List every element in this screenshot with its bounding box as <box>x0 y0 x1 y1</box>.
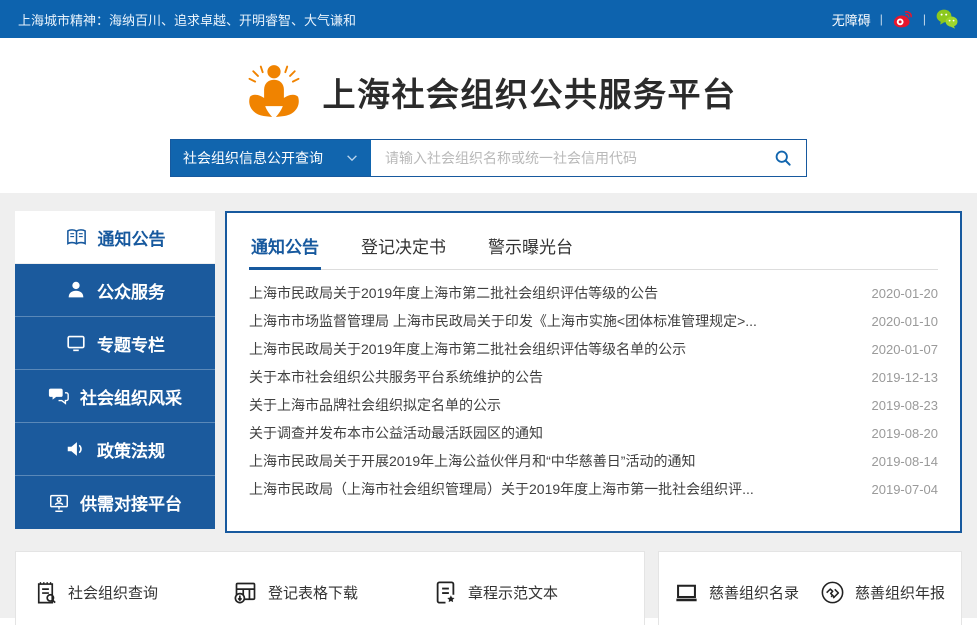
chat-bubbles-icon <box>48 385 70 407</box>
user-icon <box>65 279 87 301</box>
announcement-row[interactable]: 上海市市场监督管理局 上海市民政局关于印发《上海市实施<团体标准管理规定>...… <box>249 307 938 335</box>
tab-bar: 通知公告 登记决定书 警示曝光台 <box>249 227 938 270</box>
form-download-icon <box>232 579 259 606</box>
sidebar-nav: 通知公告 公众服务 专题专栏 社会组织风采 <box>15 211 215 533</box>
announcement-row[interactable]: 上海市民政局关于2019年度上海市第二批社会组织评估等级的公告 2020-01-… <box>249 279 938 307</box>
tab-warning-exposure[interactable]: 警示曝光台 <box>486 227 575 270</box>
announcements-panel: 通知公告 登记决定书 警示曝光台 上海市民政局关于2019年度上海市第二批社会组… <box>225 211 962 533</box>
handshake-icon <box>819 579 846 606</box>
sidebar-item-label: 通知公告 <box>98 225 166 250</box>
sidebar-item-notices[interactable]: 通知公告 <box>15 211 215 264</box>
quick-links-card-left: 社会组织查询 登记表格下载 章程示范文本 <box>15 551 645 625</box>
quicklink-charter-template[interactable]: 章程示范文本 <box>432 579 558 606</box>
sidebar-item-label: 政策法规 <box>97 437 165 462</box>
quicklink-label: 章程示范文本 <box>468 582 558 603</box>
tab-notices[interactable]: 通知公告 <box>249 227 321 270</box>
quicklink-label: 慈善组织名录 <box>709 582 799 603</box>
sidebar-item-label: 公众服务 <box>97 278 165 303</box>
content-area: 通知公告 公众服务 专题专栏 社会组织风采 <box>0 193 977 618</box>
site-title: 上海社会组织公共服务平台 <box>323 68 737 116</box>
announcement-row[interactable]: 关于调查并发布本市公益活动最活跃园区的通知 2019-08-20 <box>249 419 938 447</box>
announcement-date: 2019-08-14 <box>872 454 939 469</box>
quicklink-label: 社会组织查询 <box>68 582 158 603</box>
quicklink-label: 慈善组织年报 <box>855 582 945 603</box>
announcement-date: 2019-08-20 <box>872 426 939 441</box>
quicklink-form-download[interactable]: 登记表格下载 <box>232 579 358 606</box>
accessibility-link[interactable]: 无障碍 <box>832 10 871 29</box>
quicklink-label: 登记表格下载 <box>268 582 358 603</box>
announcement-title[interactable]: 上海市民政局关于2019年度上海市第二批社会组织评估等级的公告 <box>249 283 658 303</box>
sidebar-item-org-highlights[interactable]: 社会组织风采 <box>15 370 215 423</box>
announcement-date: 2020-01-20 <box>872 286 939 301</box>
org-query-icon <box>32 579 59 606</box>
brand: 上海社会组织公共服务平台 <box>0 58 977 126</box>
sidebar-item-special-columns[interactable]: 专题专栏 <box>15 317 215 370</box>
announcement-title[interactable]: 上海市市场监督管理局 上海市民政局关于印发《上海市实施<团体标准管理规定>... <box>249 311 757 331</box>
tab-registration-decisions[interactable]: 登记决定书 <box>359 227 448 270</box>
chevron-down-icon <box>345 151 359 165</box>
open-book-icon <box>65 226 88 249</box>
quick-links: 社会组织查询 登记表格下载 章程示范文本 慈善组织名录 <box>15 551 962 625</box>
announcement-title[interactable]: 关于调查并发布本市公益活动最活跃园区的通知 <box>249 423 543 443</box>
search-icon <box>773 148 793 168</box>
announcement-date: 2019-08-23 <box>872 398 939 413</box>
sidebar-item-label: 专题专栏 <box>97 331 165 356</box>
search-bar: 社会组织信息公开查询 <box>170 139 807 177</box>
monitor-icon <box>65 332 87 354</box>
announcement-row[interactable]: 上海市民政局关于2019年度上海市第二批社会组织评估等级名单的公示 2020-0… <box>249 335 938 363</box>
topbar: 上海城市精神：海纳百川、追求卓越、开明睿智、大气谦和 无障碍 | | <box>0 0 977 38</box>
wechat-icon[interactable] <box>935 7 959 31</box>
search-input[interactable] <box>371 140 760 176</box>
city-motto: 上海城市精神：海纳百川、追求卓越、开明睿智、大气谦和 <box>18 10 356 29</box>
announcement-date: 2019-07-04 <box>872 482 939 497</box>
charity-directory-icon <box>673 579 700 606</box>
sidebar-item-public-services[interactable]: 公众服务 <box>15 264 215 317</box>
search-category-label: 社会组织信息公开查询 <box>183 148 323 168</box>
announcement-title[interactable]: 上海市民政局关于开展2019年上海公益伙伴月和“中华慈善日”活动的通知 <box>249 451 695 471</box>
charter-doc-icon <box>432 579 459 606</box>
announcement-title[interactable]: 上海市民政局（上海市社会组织管理局）关于2019年度上海市第一批社会组织评... <box>249 479 754 499</box>
speaker-icon <box>65 438 87 460</box>
sidebar-item-label: 社会组织风采 <box>80 384 182 409</box>
search-category-select[interactable]: 社会组织信息公开查询 <box>171 140 371 176</box>
sidebar-item-label: 供需对接平台 <box>80 490 182 515</box>
site-logo-icon <box>241 58 307 126</box>
announcement-date: 2019-12-13 <box>872 370 939 385</box>
weibo-icon[interactable] <box>892 8 914 30</box>
announcement-list: 上海市民政局关于2019年度上海市第二批社会组织评估等级的公告 2020-01-… <box>249 270 938 503</box>
announcement-date: 2020-01-07 <box>872 342 939 357</box>
announcement-title[interactable]: 关于上海市品牌社会组织拟定名单的公示 <box>249 395 501 415</box>
site-header: 上海社会组织公共服务平台 社会组织信息公开查询 <box>0 38 977 193</box>
desktop-user-icon <box>48 492 70 514</box>
announcement-date: 2020-01-10 <box>872 314 939 329</box>
separator: | <box>880 12 883 26</box>
separator: | <box>923 12 926 26</box>
quicklink-charity-directory[interactable]: 慈善组织名录 <box>673 579 799 606</box>
announcement-row[interactable]: 关于上海市品牌社会组织拟定名单的公示 2019-08-23 <box>249 391 938 419</box>
search-button[interactable] <box>760 140 806 176</box>
announcement-title[interactable]: 上海市民政局关于2019年度上海市第二批社会组织评估等级名单的公示 <box>249 339 686 359</box>
announcement-row[interactable]: 上海市民政局关于开展2019年上海公益伙伴月和“中华慈善日”活动的通知 2019… <box>249 447 938 475</box>
quicklink-org-query[interactable]: 社会组织查询 <box>32 579 158 606</box>
announcement-title[interactable]: 关于本市社会组织公共服务平台系统维护的公告 <box>249 367 543 387</box>
quick-links-card-right: 慈善组织名录 慈善组织年报 <box>658 551 962 625</box>
sidebar-item-policies[interactable]: 政策法规 <box>15 423 215 476</box>
quicklink-charity-annual-report[interactable]: 慈善组织年报 <box>819 579 945 606</box>
announcement-row[interactable]: 上海市民政局（上海市社会组织管理局）关于2019年度上海市第一批社会组织评...… <box>249 475 938 503</box>
announcement-row[interactable]: 关于本市社会组织公共服务平台系统维护的公告 2019-12-13 <box>249 363 938 391</box>
sidebar-item-supply-demand-platform[interactable]: 供需对接平台 <box>15 476 215 529</box>
